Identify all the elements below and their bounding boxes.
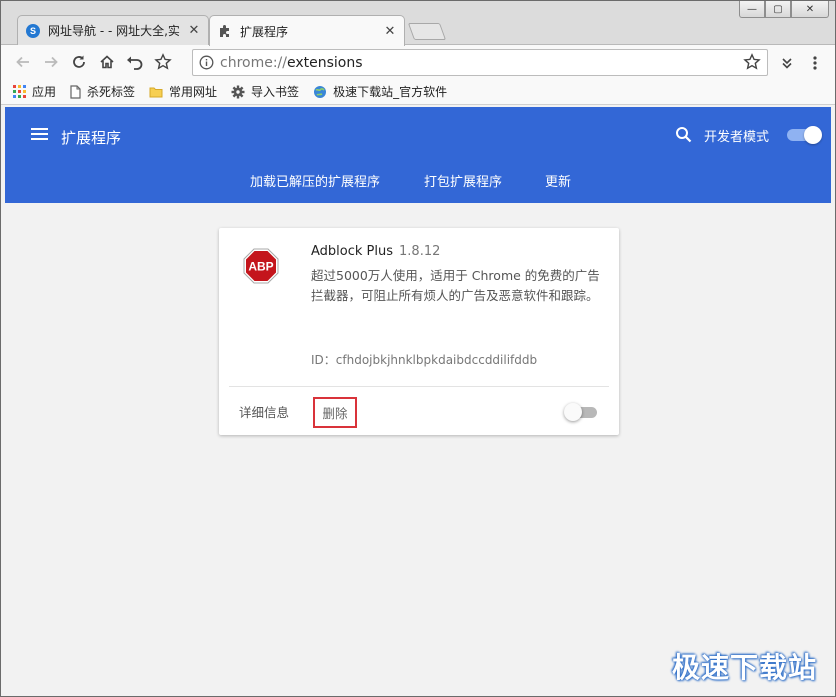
- page-icon: [70, 84, 81, 99]
- forward-arrow-icon: [45, 56, 58, 68]
- extension-description: 超过5000万人使用，适用于 Chrome 的免费的广告拦截器，可阻止所有烦人的…: [311, 268, 600, 303]
- bookmark-import[interactable]: 导入书签: [231, 83, 299, 100]
- bookmark-apps[interactable]: 应用: [13, 83, 56, 100]
- search-icon[interactable]: [675, 126, 693, 148]
- double-chevron-down-icon: [782, 58, 792, 69]
- hamburger-menu-icon[interactable]: [31, 127, 49, 145]
- menu-button[interactable]: [801, 49, 829, 77]
- bookmarks-bar: 应用 杀死标签 常用网址 导入书签 极速下载站_官方软件: [1, 79, 835, 105]
- undo-icon: [127, 56, 143, 70]
- minimize-button[interactable]: —: [739, 1, 765, 18]
- extension-version: 1.8.12: [399, 244, 441, 259]
- pack-extension-button[interactable]: 打包扩展程序: [424, 171, 502, 190]
- extension-enable-toggle[interactable]: [564, 403, 597, 421]
- puzzle-icon: [218, 24, 232, 38]
- url-scheme: chrome://: [220, 54, 287, 71]
- page-title: 扩展程序: [61, 129, 122, 147]
- load-unpacked-button[interactable]: 加载已解压的扩展程序: [250, 171, 380, 190]
- globe-icon: [313, 85, 327, 99]
- bookmark-common-sites[interactable]: 常用网址: [149, 83, 217, 100]
- url-path: extensions: [287, 54, 363, 71]
- extensions-overflow-button[interactable]: [773, 49, 801, 77]
- toolbar: chrome://extensions: [1, 45, 835, 79]
- bookmark-kill-tabs[interactable]: 杀死标签: [70, 83, 135, 100]
- bookmark-label: 极速下载站_官方软件: [333, 85, 448, 99]
- close-tab-icon[interactable]: ✕: [188, 23, 200, 38]
- details-button[interactable]: 详细信息: [239, 402, 289, 421]
- address-bar[interactable]: chrome://extensions: [192, 49, 768, 76]
- bookmark-label: 导入书签: [251, 85, 300, 99]
- reload-button[interactable]: [65, 48, 93, 76]
- remove-button[interactable]: 删除: [313, 397, 357, 428]
- tab-label: 扩展程序: [240, 24, 289, 39]
- maximize-button[interactable]: ▢: [765, 1, 791, 18]
- extension-id: ID：cfhdojbkjhnklbpkdaibdccddilifddb: [311, 353, 538, 367]
- tab-nav-site[interactable]: S 网址导航 - - 网址大全,实 ✕: [17, 15, 209, 45]
- bookmark-label: 应用: [32, 85, 57, 99]
- extensions-header: 扩展程序 开发者模式 加载已解压的扩展程序 打包扩展程序 更新: [5, 107, 831, 203]
- bookmark-label: 杀死标签: [87, 85, 136, 99]
- undo-button[interactable]: [121, 48, 149, 76]
- watermark: 极速下载站: [671, 651, 817, 684]
- developer-mode-toggle[interactable]: [787, 126, 822, 144]
- close-button[interactable]: ✕: [791, 1, 829, 18]
- star-icon: [154, 53, 172, 70]
- abp-logo-icon: ABP: [243, 248, 279, 284]
- tab-label: 网址导航 - - 网址大全,实: [48, 24, 180, 38]
- info-icon[interactable]: [199, 55, 214, 70]
- apps-grid-icon: [13, 85, 26, 98]
- gear-icon: [231, 85, 245, 99]
- browser-window: S 网址导航 - - 网址大全,实 ✕ 扩展程序 ✕ — ▢ ✕ chrome:…: [0, 0, 836, 697]
- new-tab-button[interactable]: [407, 23, 447, 40]
- bookmark-star-button[interactable]: [149, 48, 177, 76]
- forward-button[interactable]: [37, 48, 65, 76]
- folder-icon: [149, 86, 163, 98]
- reload-icon: [73, 55, 85, 68]
- home-button[interactable]: [93, 48, 121, 76]
- tab-extensions[interactable]: 扩展程序 ✕: [209, 15, 405, 46]
- card-divider: [229, 386, 609, 387]
- star-icon[interactable]: [743, 53, 761, 75]
- title-bar: S 网址导航 - - 网址大全,实 ✕ 扩展程序 ✕ — ▢ ✕: [1, 1, 835, 46]
- extension-name: Adblock Plus 1.8.12: [311, 244, 440, 259]
- search-brand-icon: S: [26, 23, 40, 38]
- kebab-menu-icon: [813, 56, 817, 70]
- bookmark-download-site[interactable]: 极速下载站_官方软件: [313, 83, 447, 100]
- toolbar-right: [773, 49, 829, 77]
- update-button[interactable]: 更新: [545, 171, 571, 190]
- close-tab-icon[interactable]: ✕: [384, 24, 396, 39]
- bookmark-label: 常用网址: [169, 85, 218, 99]
- back-arrow-icon: [16, 56, 29, 68]
- extension-title: Adblock Plus: [311, 244, 394, 259]
- extension-card: ABP Adblock Plus 1.8.12 超过5000万人使用，适用于 Ch…: [219, 228, 619, 435]
- home-icon: [100, 55, 114, 69]
- svg-text:ABP: ABP: [248, 260, 273, 274]
- back-button[interactable]: [9, 48, 37, 76]
- developer-mode-label: 开发者模式: [704, 130, 770, 145]
- window-controls: — ▢ ✕: [739, 1, 829, 18]
